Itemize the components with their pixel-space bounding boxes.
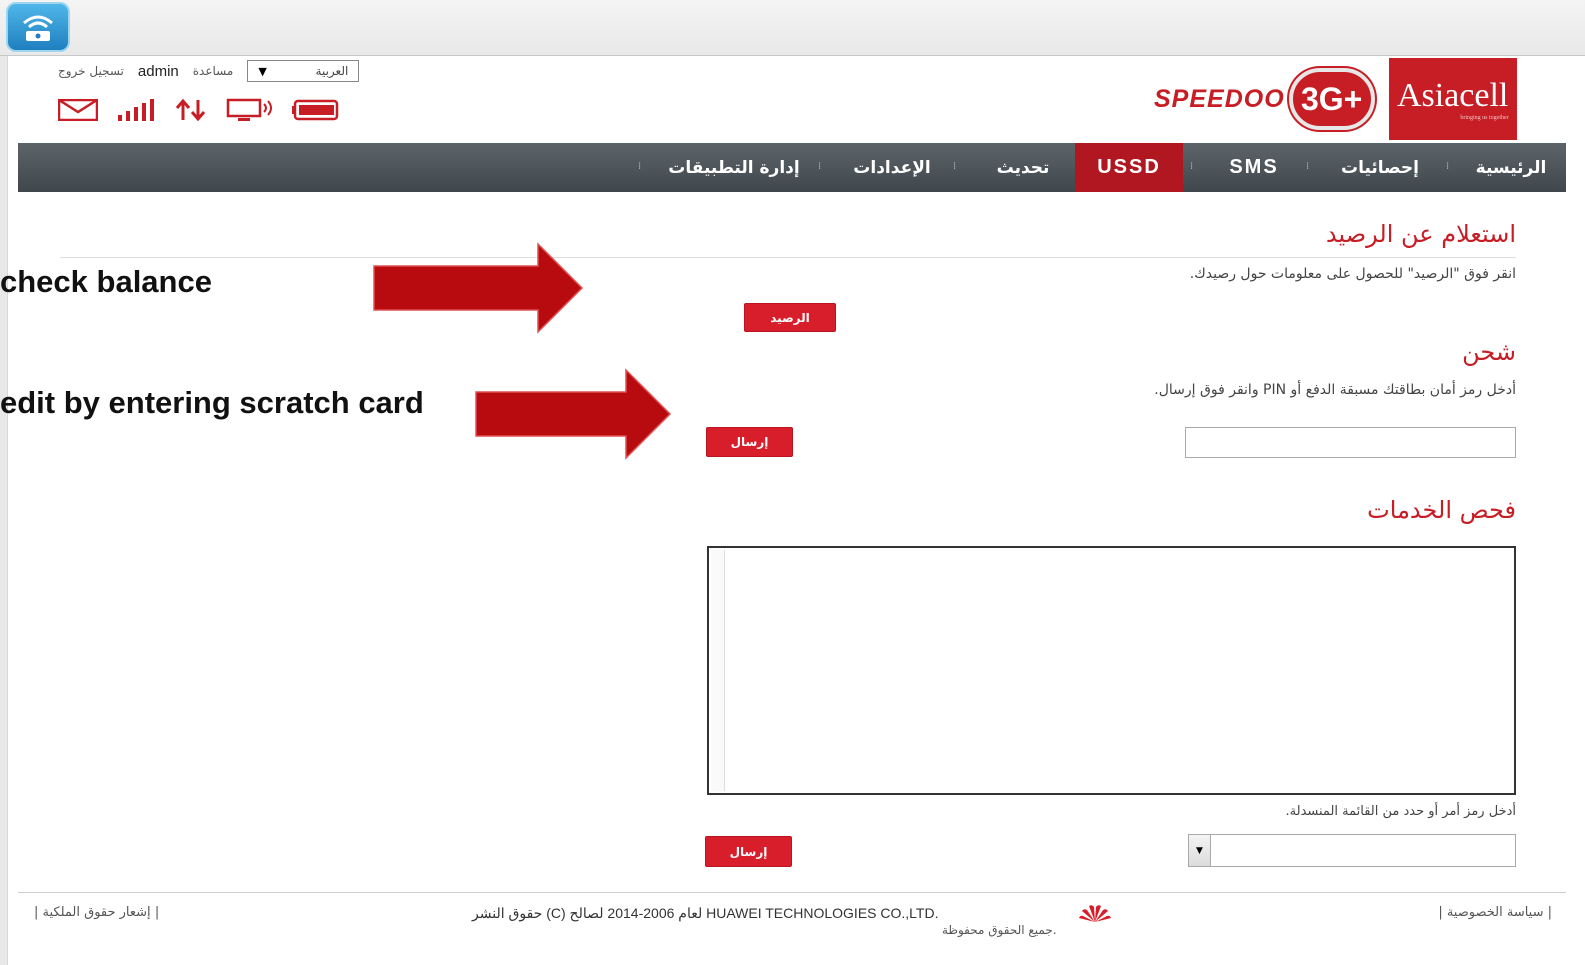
ussd-command-select[interactable]: ▼ [1188,834,1516,867]
chevron-down-icon: ▼ [258,64,267,78]
brand-logos: SPEEDOO 3G+ Asiacell bringing us togethe… [1154,58,1517,140]
3g-logo: 3G+ [1288,68,1375,130]
recharge-section-title: شحن [1462,338,1516,366]
privacy-policy-label: سياسة الخصوصية [1446,905,1544,920]
ussd-content: استعلام عن الرصيد انقر فوق "الرصيد" للحص… [0,192,1585,892]
huawei-logo-icon [1079,905,1111,922]
nav-separator: ⁞ [953,161,957,172]
top-bar [0,0,1585,56]
copyright-notice-label: إشعار حقوق الملكية [42,905,151,920]
nav-separator: ⁞ [818,161,822,172]
annotation-arrow-icon [373,242,584,334]
speedoo-logo: SPEEDOO [1154,84,1285,113]
balance-button[interactable]: الرصيد [744,303,836,332]
asiacell-logo-text: Asiacell [1396,77,1509,114]
nav-item-settings[interactable]: الإعدادات [834,143,950,192]
chevron-down-icon[interactable]: ▼ [1189,835,1211,866]
status-icons [58,98,340,122]
response-scrollbar[interactable] [711,550,725,791]
balance-description: انقر فوق "الرصيد" للحصول على معلومات حول… [1189,266,1516,282]
nav-item-ussd[interactable]: USSD [1075,143,1183,192]
nav-separator: ⁞ [638,161,642,172]
page-header: تسجيل خروج admin مساعدة ▼ العربية SPEEDO… [18,56,1566,143]
username-label: admin [137,62,179,80]
computer-icon [226,98,274,122]
language-value: العربية [315,64,349,78]
annotation-check-balance: check balance [0,264,212,299]
main-nav: ⁞ إدارة التطبيقات ⁞ الإعدادات ⁞ تحديث US… [18,143,1566,192]
asiacell-logo: Asiacell bringing us together [1388,58,1517,140]
copyright-notice-link[interactable]: | إشعار حقوق الملكية | [34,905,159,920]
data-transfer-icon [174,98,208,122]
wifi-router-app-icon[interactable] [6,2,70,52]
rights-reserved-text: جميع الحقوق محفوظة. [942,923,1057,937]
signal-icon [116,99,156,121]
recharge-code-input[interactable] [1185,427,1516,458]
copyright-text: حقوق النشر (C) لعام 2006-2014 لصالح HUAW… [472,905,939,921]
asiacell-tagline: bringing us together [1460,115,1509,121]
page-footer: | إشعار حقوق الملكية | حقوق النشر (C) لع… [18,893,1566,965]
nav-item-update[interactable]: تحديث [968,143,1078,192]
help-link[interactable]: مساعدة [193,64,234,78]
recharge-send-button[interactable]: إرسال [706,427,793,457]
ussd-response-area[interactable] [707,546,1516,795]
nav-separator: ⁞ [1306,161,1310,172]
privacy-policy-link[interactable]: | سياسة الخصوصية | [1438,905,1552,920]
nav-item-home[interactable]: الرئيسية [1458,143,1564,192]
nav-item-sms[interactable]: SMS [1200,143,1308,192]
nav-separator: ⁞ [1446,161,1450,172]
services-send-button[interactable]: إرسال [705,836,792,867]
section-divider [60,257,1516,258]
nav-separator: ⁞ [1190,161,1194,172]
recharge-description: أدخل رمز أمان بطاقتك مسبقة الدفع أو PIN … [1154,382,1516,398]
annotation-credit: edit by entering scratch card [0,385,424,420]
mail-icon[interactable] [58,99,98,121]
utility-links: تسجيل خروج admin مساعدة ▼ العربية [58,59,360,83]
services-hint: أدخل رمز أمر أو حدد من القائمة المنسدلة. [1285,804,1516,819]
logout-link[interactable]: تسجيل خروج [58,64,124,78]
annotation-arrow-icon [475,368,672,460]
battery-icon [292,99,340,121]
language-select[interactable]: ▼ العربية [247,60,360,82]
balance-section-title: استعلام عن الرصيد [1325,220,1516,248]
nav-item-statistics[interactable]: إحصائيات [1318,143,1442,192]
nav-item-app-management[interactable]: إدارة التطبيقات [654,143,814,192]
services-section-title: فحص الخدمات [1367,496,1516,524]
